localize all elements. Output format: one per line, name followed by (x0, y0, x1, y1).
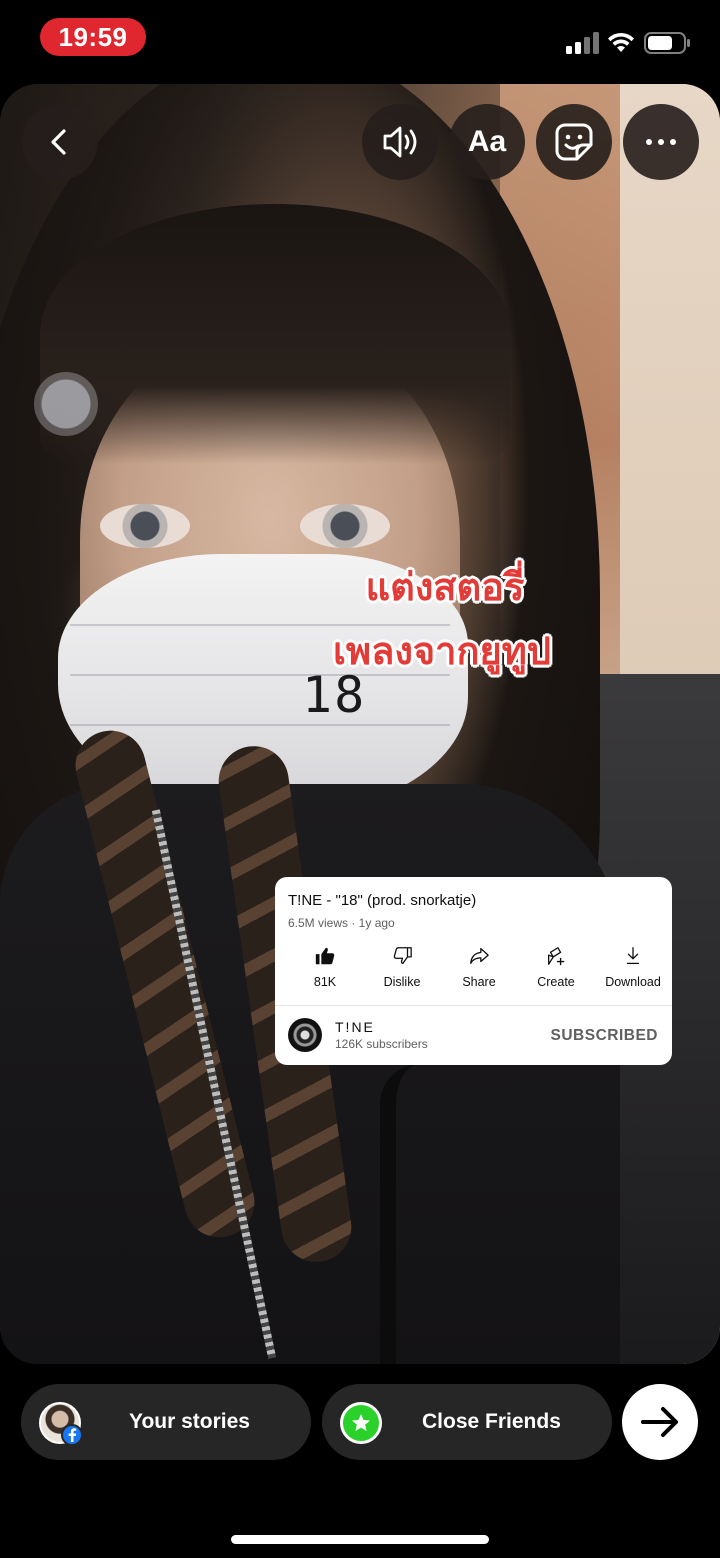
back-button[interactable] (22, 104, 98, 180)
video-actions: 81K Dislike Share Create Download (275, 945, 672, 1003)
assistive-touch-dot[interactable] (34, 372, 98, 436)
number-sticker[interactable]: 18 (302, 666, 366, 724)
card-divider (275, 1005, 672, 1006)
create-label: Create (537, 975, 575, 989)
like-button[interactable]: 81K (287, 945, 363, 1003)
story-canvas[interactable] (0, 84, 720, 1364)
story-text-line-1[interactable]: แต่งสตอรี่ (0, 556, 720, 617)
speaker-icon (383, 126, 417, 158)
create-button[interactable]: Create (518, 945, 594, 1003)
download-button[interactable]: Download (595, 945, 671, 1003)
text-button-label: Aa (467, 125, 507, 158)
facebook-icon (61, 1424, 83, 1446)
story-editor-screen: 19:59 Aa แต่งสตอรี่ เพลงจากยูทูป 18 T!NE… (0, 0, 720, 1558)
download-label: Download (605, 975, 661, 989)
share-icon (470, 948, 489, 964)
thumbs-down-icon (393, 947, 412, 964)
dislike-label: Dislike (383, 975, 421, 989)
channel-name[interactable]: T!NE (335, 1019, 375, 1035)
sound-button[interactable] (362, 104, 438, 180)
more-horizontal-icon (646, 139, 676, 145)
dislike-button[interactable]: Dislike (364, 945, 440, 1003)
close-friends-label: Close Friends (422, 1410, 561, 1433)
thumbs-up-icon (315, 947, 335, 965)
share-label: Share (462, 975, 496, 989)
battery-icon (644, 32, 690, 54)
create-icon (548, 947, 565, 966)
youtube-video-card[interactable]: T!NE - "18" (prod. snorkatje) 6.5M views… (275, 877, 672, 1065)
download-icon (626, 947, 640, 964)
your-stories-label: Your stories (129, 1410, 250, 1433)
status-time: 19:59 (40, 18, 146, 56)
text-button[interactable]: Aa (449, 104, 525, 180)
channel-avatar[interactable] (288, 1018, 322, 1052)
subscriber-count: 126K subscribers (335, 1037, 428, 1051)
wifi-icon (608, 32, 634, 52)
like-count: 81K (313, 975, 337, 989)
close-friends-button[interactable]: Close Friends (322, 1384, 612, 1460)
chevron-left-icon (51, 129, 66, 155)
status-bar: 19:59 (0, 0, 720, 80)
share-button[interactable]: Share (441, 945, 517, 1003)
your-stories-button[interactable]: Your stories (21, 1384, 311, 1460)
video-title: T!NE - "18" (prod. snorkatje) (288, 892, 477, 909)
subscribed-button[interactable]: SUBSCRIBED (551, 1027, 658, 1045)
cellular-signal-icon (566, 32, 602, 54)
more-button[interactable] (623, 104, 699, 180)
sticker-button[interactable] (536, 104, 612, 180)
arrow-right-icon (641, 1407, 678, 1437)
video-meta: 6.5M views · 1y ago (288, 916, 395, 930)
star-icon (340, 1402, 382, 1444)
next-button[interactable] (622, 1384, 698, 1460)
sticker-icon (555, 123, 593, 161)
home-indicator[interactable] (231, 1535, 489, 1544)
